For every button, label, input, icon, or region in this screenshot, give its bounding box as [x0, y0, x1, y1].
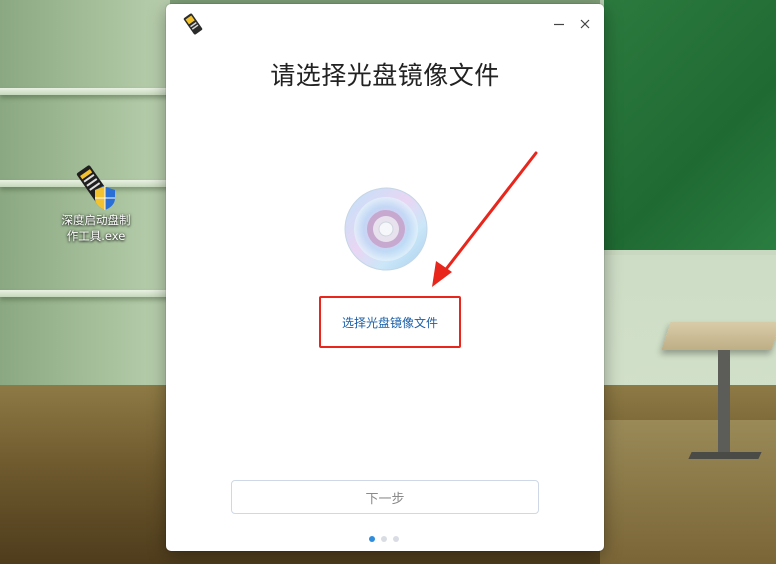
minimize-button[interactable]	[548, 13, 570, 35]
floor-right	[600, 420, 776, 564]
close-icon	[580, 19, 590, 29]
select-iso-link[interactable]: 选择光盘镜像文件	[319, 296, 461, 348]
shelf	[0, 88, 170, 95]
page-indicator	[369, 535, 399, 543]
desktop-shortcut-label: 深度启动盘制 作工具.exe	[61, 213, 131, 243]
select-iso-link-label: 选择光盘镜像文件	[341, 315, 438, 330]
chalkboard	[604, 0, 776, 255]
desktop-shortcut[interactable]: 深度启动盘制 作工具.exe	[52, 162, 140, 244]
usb-drive-icon	[76, 165, 115, 210]
optical-disc-icon	[344, 187, 428, 271]
minimize-icon	[554, 23, 564, 26]
page-dot	[393, 536, 399, 542]
iso-select-dialog: 请选择光盘镜像文件 选择光盘镜像文件 下一步	[166, 4, 604, 551]
desk-top	[661, 322, 776, 350]
page-dot-active	[369, 536, 375, 542]
annotation-arrow	[432, 151, 538, 287]
next-step-label: 下一步	[365, 491, 405, 507]
next-step-button[interactable]: 下一步	[231, 480, 539, 514]
desk-leg	[718, 350, 730, 455]
dialog-title: 请选择光盘镜像文件	[270, 61, 500, 90]
shelf	[0, 290, 170, 297]
close-button[interactable]	[574, 13, 596, 35]
usb-drive-icon	[183, 13, 203, 35]
desk-foot	[688, 452, 762, 459]
page-dot	[381, 536, 387, 542]
